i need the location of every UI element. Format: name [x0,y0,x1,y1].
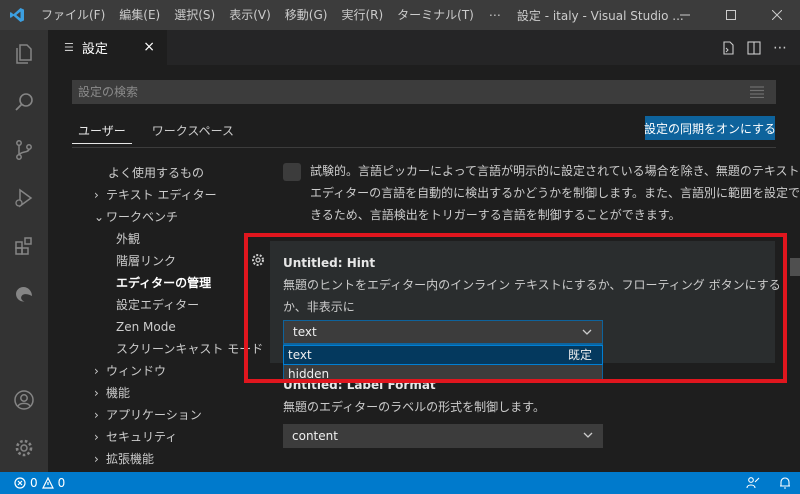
vscode-logo-icon [0,0,34,30]
chevron-right-icon: › [94,364,99,378]
toc-label: 設定エディター [116,298,200,312]
chevron-right-icon: › [94,452,99,466]
warning-count: 0 [57,476,66,490]
setting-description: 無題のエディターのラベルの形式を制御します。 [283,400,545,414]
editor-actions: ⋯ [720,30,788,65]
activity-bar [0,30,48,472]
description-line: エディターの言語を自動的に検出するかどうかを制御します。また、言語別に範囲を設定… [310,186,800,200]
maximize-icon[interactable] [708,0,754,30]
more-actions-icon[interactable]: ⋯ [772,40,788,56]
toc-item-workbench[interactable]: ⌄ ワークベンチ [94,206,178,228]
explorer-icon[interactable] [0,30,48,78]
toc-item-text-editor[interactable]: › テキスト エディター [94,184,217,206]
divider [72,147,776,148]
tab-user[interactable]: ユーザー [72,118,132,144]
scrollbar[interactable] [790,258,800,276]
extensions-icon[interactable] [0,222,48,270]
warning-icon [41,477,54,489]
tab-workspace[interactable]: ワークスペース [146,118,240,144]
toc-item-zen-mode[interactable]: Zen Mode [116,316,176,338]
setting-description: 試験的。言語ピッカーによって言語が明示的に設定されている場合を除き、無題のテキス… [310,160,800,226]
menu-more-icon[interactable]: ⋯ [481,8,509,22]
chevron-down-icon: ⌄ [94,210,105,224]
chevron-down-icon [583,432,593,438]
problems-status[interactable]: 0 0 [0,476,65,490]
close-window-icon[interactable] [754,0,800,30]
feedback-icon[interactable] [746,476,760,490]
toc-item-security[interactable]: › セキュリティ [94,426,177,448]
toc-item-commonly-used[interactable]: よく使用するもの [108,162,204,184]
settings-search [72,80,776,104]
toc-label: スクリーンキャスト モード [116,342,264,356]
manage-gear-icon[interactable] [0,424,48,472]
error-count: 0 [30,476,38,490]
search-icon[interactable] [0,78,48,126]
menu-terminal[interactable]: ターミナル(T) [390,0,481,30]
settings-scope-tabs: ユーザー ワークスペース [72,118,240,144]
label-format-select[interactable]: content [283,424,603,448]
description-line: きるため、言語検出をトリガーする言語を制御することができます。 [310,208,681,222]
run-debug-icon[interactable] [0,174,48,222]
chevron-right-icon: › [94,386,99,400]
toc-label: アプリケーション [106,408,202,422]
toc-item-window[interactable]: › ウィンドウ [94,360,166,382]
edge-devtools-icon[interactable] [0,270,48,318]
status-bar: 0 0 [0,472,800,494]
menu-view[interactable]: 表示(V) [222,0,278,30]
select-value: content [292,429,338,443]
close-tab-icon[interactable]: × [143,39,155,55]
error-icon [14,477,26,489]
chevron-right-icon: › [94,408,99,422]
tab-settings[interactable]: ☰ 設定 × [48,30,167,65]
settings-list-icon: ☰ [64,41,74,54]
notifications-bell-icon[interactable] [778,476,792,490]
toc-item-features[interactable]: › 機能 [94,382,130,404]
language-detection-checkbox[interactable] [283,163,301,181]
toc-label: セキュリティ [106,430,178,444]
toc-label: 機能 [106,386,131,400]
toc-label: 拡張機能 [106,452,155,466]
account-icon[interactable] [0,376,48,424]
menu-edit[interactable]: 編集(E) [112,0,167,30]
toc-item-screencast-mode[interactable]: スクリーンキャスト モード [116,338,263,360]
toc-item-extensions[interactable]: › 拡張機能 [94,448,154,470]
menu-bar: ファイル(F) 編集(E) 選択(S) 表示(V) 移動(G) 実行(R) ター… [34,0,509,30]
toc-item-application[interactable]: › アプリケーション [94,404,202,426]
window-controls [662,0,800,30]
toc-item-settings-editor[interactable]: 設定エディター [116,294,199,316]
highlight-box [244,233,787,383]
minimize-icon[interactable] [662,0,708,30]
toc-item-appearance[interactable]: 外観 [116,228,140,250]
chevron-right-icon: › [94,188,99,202]
settings-search-input[interactable] [78,85,738,99]
window-title: 設定 - italy - Visual Studio ... [516,8,684,23]
filter-list-icon[interactable] [750,86,764,99]
turn-on-sync-button[interactable]: 設定の同期をオンにする [644,116,776,140]
toc-label: 外観 [116,232,141,246]
source-control-icon[interactable] [0,126,48,174]
chevron-right-icon: › [94,430,99,444]
menu-file[interactable]: ファイル(F) [34,0,112,30]
settings-toc: よく使用するもの › テキスト エディター ⌄ ワークベンチ 外観 階層リンク エデ… [48,150,268,472]
description-line: 試験的。言語ピッカーによって言語が明示的に設定されている場合を除き、無題のテキス… [310,164,800,178]
tab-label: 設定 [81,42,108,57]
open-json-icon[interactable] [720,40,736,56]
editor-tab-bar: ☰ 設定 × ⋯ [48,30,800,65]
toc-label: ウィンドウ [106,364,167,378]
toc-label: Zen Mode [116,320,176,334]
menu-go[interactable]: 移動(G) [278,0,335,30]
toc-label: 階層リンク [116,254,177,268]
split-editor-icon[interactable] [746,40,762,56]
toc-label: テキスト エディター [106,188,217,202]
toc-label: よく使用するもの [108,166,205,180]
toc-label: エディターの管理 [116,276,212,290]
status-right [746,472,792,494]
toc-item-breadcrumbs[interactable]: 階層リンク [116,250,176,272]
toc-label: ワークベンチ [106,210,179,224]
title-bar: ファイル(F) 編集(E) 選択(S) 表示(V) 移動(G) 実行(R) ター… [0,0,800,30]
menu-run[interactable]: 実行(R) [334,0,390,30]
toc-item-editor-management[interactable]: エディターの管理 [116,272,211,294]
menu-selection[interactable]: 選択(S) [167,0,222,30]
